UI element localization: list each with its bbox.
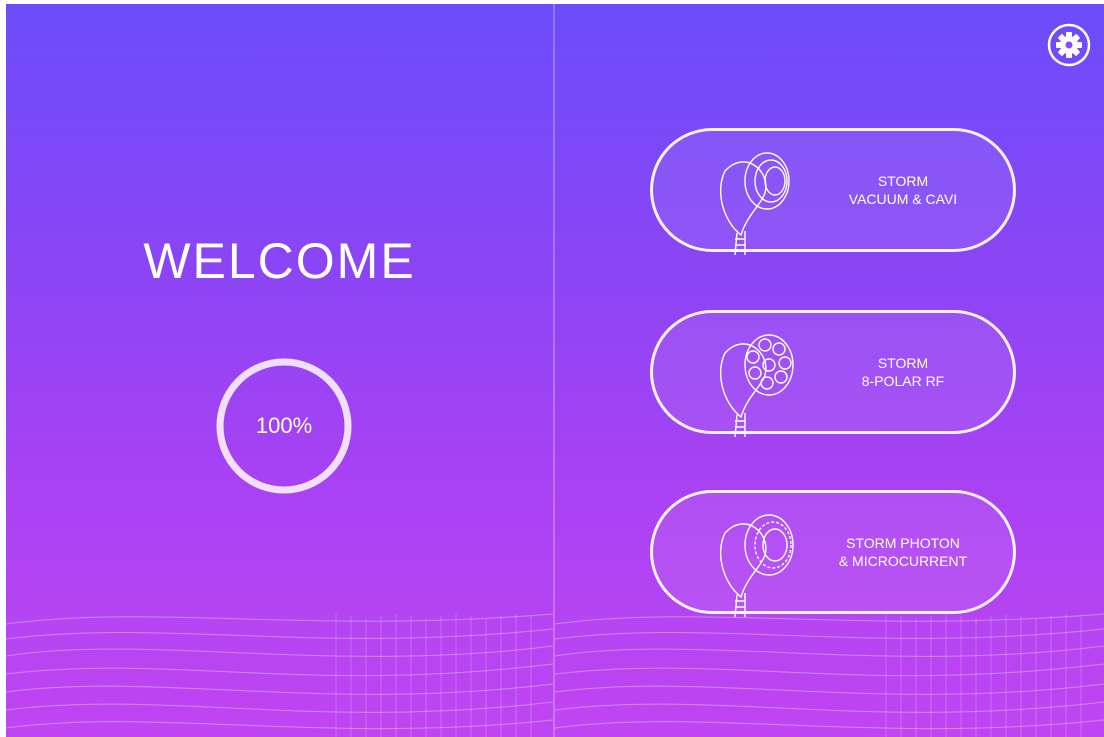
mode-label-photon-microcurrent: STORM PHOTON & MICROCURRENT bbox=[838, 535, 968, 569]
mode-label-vacuum-cavi: STORM VACUUM & CAVI bbox=[848, 173, 958, 207]
gear-icon bbox=[1047, 23, 1091, 67]
mode-button-photon-microcurrent[interactable]: STORM PHOTON & MICROCURRENT bbox=[650, 490, 1016, 617]
wave-background bbox=[6, 613, 1104, 737]
welcome-title: WELCOME bbox=[143, 233, 416, 289]
main-screen: WELCOME 100% STORM VACUUM & CAVI STORM 8… bbox=[6, 4, 1104, 737]
settings-button[interactable] bbox=[1046, 22, 1092, 68]
mode-label-8-polar-rf: STORM 8-POLAR RF bbox=[861, 355, 945, 389]
loading-progress-ring: 100% bbox=[212, 354, 356, 498]
panel-divider bbox=[553, 4, 555, 737]
mode-button-8-polar-rf[interactable]: STORM 8-POLAR RF bbox=[650, 310, 1016, 437]
mode-button-vacuum-cavi[interactable]: STORM VACUUM & CAVI bbox=[650, 128, 1016, 255]
progress-percent: 100% bbox=[255, 413, 313, 438]
